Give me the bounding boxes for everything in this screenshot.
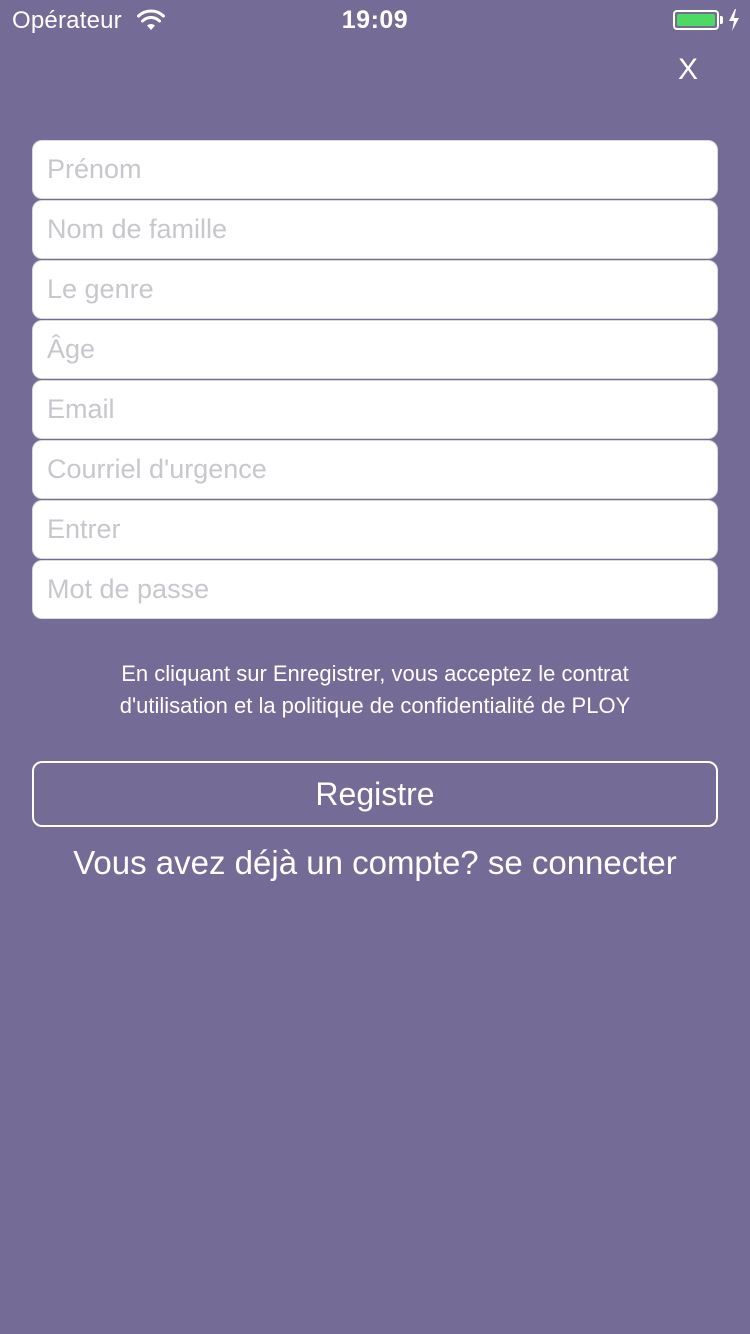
password-field[interactable]	[32, 560, 718, 619]
bolt-icon	[729, 9, 739, 31]
email-field[interactable]	[32, 380, 718, 439]
battery-icon	[673, 10, 719, 30]
login-link[interactable]: Vous avez déjà un compte? se connecter	[0, 840, 750, 886]
enter-field[interactable]	[32, 500, 718, 559]
registration-form	[32, 140, 718, 620]
battery-level	[677, 14, 715, 26]
status-bar: Opérateur 19:09	[0, 0, 750, 40]
last-name-field[interactable]	[32, 200, 718, 259]
terms-notice: En cliquant sur Enregistrer, vous accept…	[32, 658, 718, 722]
battery-cap	[720, 16, 723, 24]
age-field[interactable]	[32, 320, 718, 379]
register-button[interactable]: Registre	[32, 761, 718, 827]
status-time: 19:09	[341, 6, 409, 34]
terms-line-1: En cliquant sur Enregistrer, vous accept…	[121, 661, 629, 686]
close-button[interactable]: X	[668, 50, 708, 90]
emergency-email-field[interactable]	[32, 440, 718, 499]
terms-line-2: d'utilisation et la politique de confide…	[119, 693, 631, 718]
gender-field[interactable]	[32, 260, 718, 319]
first-name-field[interactable]	[32, 140, 718, 199]
